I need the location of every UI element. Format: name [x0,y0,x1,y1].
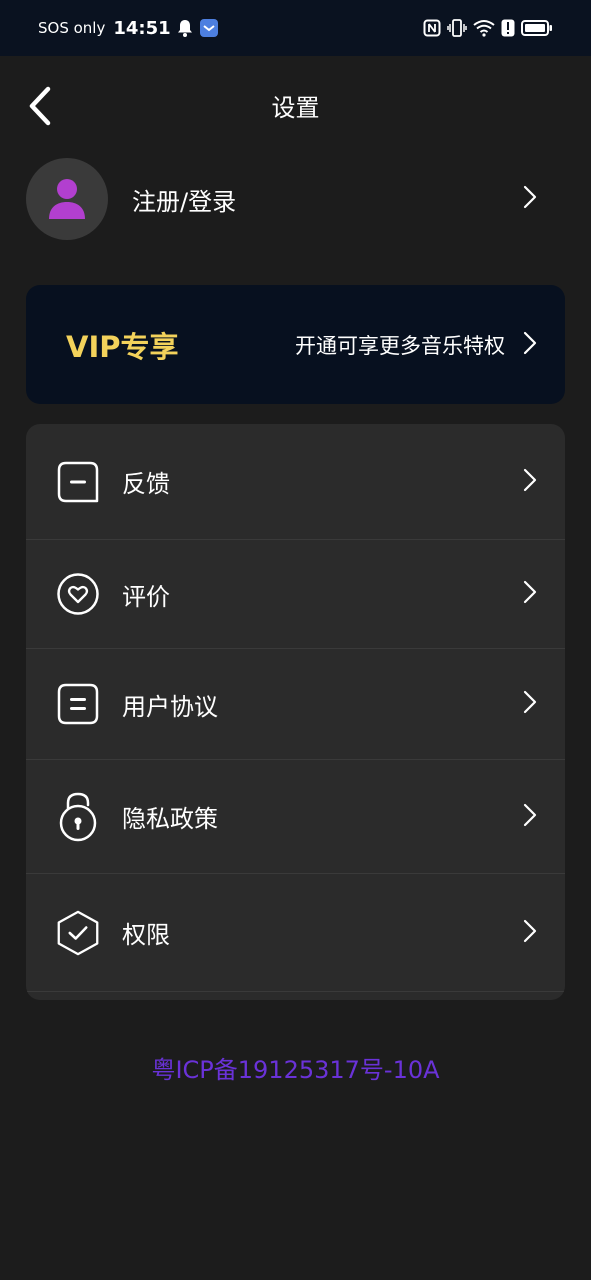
vip-card[interactable]: VIP专享 开通可享更多音乐特权 [26,285,565,404]
wifi-icon [473,19,495,37]
shield-check-icon [56,910,100,955]
login-row[interactable]: 注册/登录 [26,157,565,241]
lock-icon [56,792,100,841]
document-icon [56,682,100,726]
header: 设置 [0,56,591,156]
avatar [26,158,108,240]
page-title: 设置 [271,94,320,122]
menu-item-rate[interactable]: 评价 [26,540,565,649]
bell-icon [177,19,193,37]
status-left: SOS only 14:51 [38,18,219,39]
chevron-right-icon [523,580,537,608]
menu-label-rate: 评价 [122,582,170,611]
vip-title: VIP专享 [66,329,179,364]
menu-item-feedback[interactable]: 反馈 [26,424,565,540]
chevron-right-icon [523,690,537,718]
icp-license-link[interactable]: 粤ICP备19125317号-10A [0,1050,591,1085]
chevron-right-icon [523,803,537,831]
chevron-right-icon [523,919,537,947]
app-notification-icon [199,18,219,38]
status-sos-text: SOS only [38,19,106,37]
menu-label-feedback: 反馈 [122,470,170,498]
status-time: 14:51 [113,17,171,39]
heart-icon [56,572,100,616]
menu-item-privacy-policy[interactable]: 隐私政策 [26,760,565,874]
battery-icon [521,19,553,37]
status-bar: SOS only 14:51 [0,0,591,56]
menu-label-user-agreement: 用户协议 [122,692,218,721]
login-label: 注册/登录 [132,187,237,216]
menu-label-privacy-policy: 隐私政策 [122,805,218,833]
chevron-right-icon [523,185,537,213]
nfc-icon [423,19,441,37]
chevron-right-icon [523,331,537,359]
menu-item-permissions[interactable]: 权限 [26,874,565,992]
vibrate-icon [447,19,467,37]
menu-item-user-agreement[interactable]: 用户协议 [26,649,565,760]
status-right [423,19,553,37]
chevron-right-icon [523,468,537,496]
menu-label-permissions: 权限 [122,921,170,949]
user-icon [49,179,85,219]
vip-description: 开通可享更多音乐特权 [295,333,505,358]
alert-icon [501,19,515,37]
feedback-icon [56,460,100,504]
settings-menu: 反馈 评价 用户协议 隐私政策 权限 [26,424,565,1000]
